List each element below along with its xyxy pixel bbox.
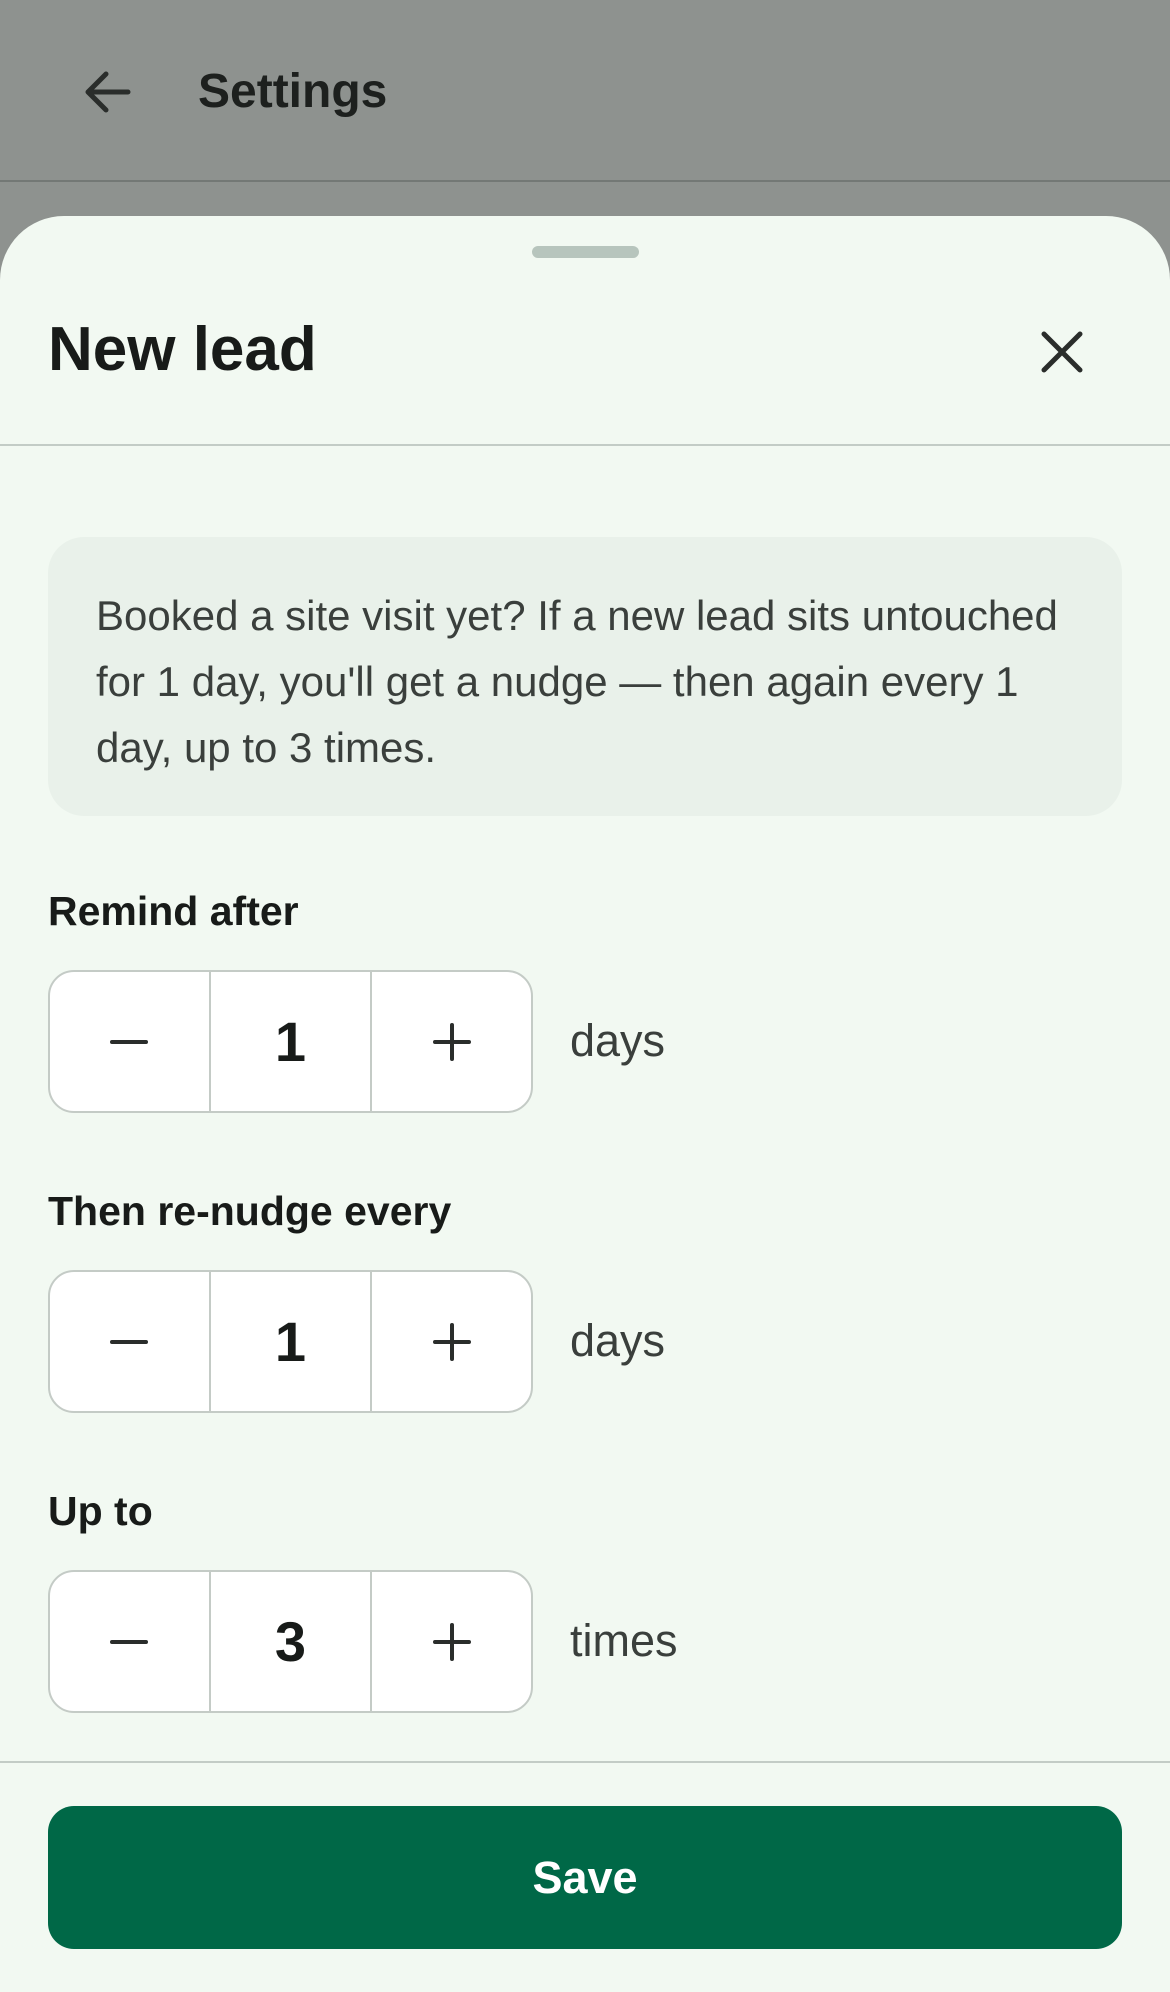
remind-after-label: Remind after xyxy=(48,888,299,934)
up-to-stepper: 3 xyxy=(48,1570,533,1713)
remind-after-stepper: 1 xyxy=(48,970,533,1113)
remind-after-decrement-button[interactable] xyxy=(50,972,209,1111)
sheet-footer: Save xyxy=(0,1761,1170,1992)
top-app-bar: Settings xyxy=(0,0,1170,182)
renudge-every-increment-button[interactable] xyxy=(372,1272,531,1411)
minus-icon xyxy=(110,1339,149,1344)
renudge-every-decrement-button[interactable] xyxy=(50,1272,209,1411)
remind-after-unit: days xyxy=(570,1015,666,1066)
up-to-label: Up to xyxy=(48,1488,153,1534)
remind-after-increment-button[interactable] xyxy=(372,972,531,1111)
page-title: Settings xyxy=(198,65,388,118)
sheet-header: New lead xyxy=(0,216,1170,446)
up-to-value[interactable]: 3 xyxy=(208,1572,373,1711)
sheet-title: New lead xyxy=(48,315,317,384)
remind-after-value[interactable]: 1 xyxy=(208,972,373,1111)
arrow-left-icon[interactable] xyxy=(76,60,140,124)
renudge-every-unit: days xyxy=(570,1315,666,1366)
renudge-every-stepper: 1 xyxy=(48,1270,533,1413)
up-to-unit: times xyxy=(570,1615,678,1666)
bottom-sheet: New lead Booked a site visit yet? If a n… xyxy=(0,216,1170,1992)
save-button[interactable]: Save xyxy=(48,1806,1122,1949)
plus-icon xyxy=(432,1622,471,1661)
info-description: Booked a site visit yet? If a new lead s… xyxy=(48,537,1122,816)
up-to-decrement-button[interactable] xyxy=(50,1572,209,1711)
close-icon xyxy=(1041,331,1083,373)
plus-icon xyxy=(432,1322,471,1361)
plus-icon xyxy=(432,1022,471,1061)
renudge-every-label: Then re-nudge every xyxy=(48,1188,452,1234)
minus-icon xyxy=(110,1039,149,1044)
close-button[interactable] xyxy=(1024,314,1100,390)
minus-icon xyxy=(110,1639,149,1644)
renudge-every-value[interactable]: 1 xyxy=(208,1272,373,1411)
up-to-increment-button[interactable] xyxy=(372,1572,531,1711)
